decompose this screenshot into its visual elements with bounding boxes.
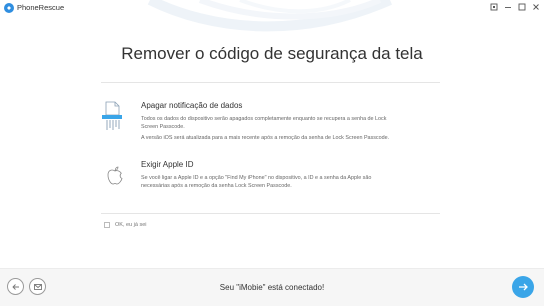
option-description: Todos os dados do dispositivo serão apag… (141, 115, 441, 142)
description-line: Se você ligar a Apple ID e a opção "Find… (141, 175, 372, 181)
restore-icon[interactable] (489, 2, 498, 12)
description-line: Todos os dados do dispositivo serão apag… (141, 116, 387, 122)
option-erase-data: Apagar notificação de dados Todos os dad… (101, 101, 441, 151)
option-heading: Exigir Apple ID (141, 160, 194, 169)
connection-status: Seu "iMobie" está conectado! (219, 283, 325, 292)
phonerescue-logo-icon (4, 3, 14, 13)
divider-top (101, 82, 440, 83)
confirm-checkbox[interactable] (104, 222, 110, 228)
title-bar: PhoneRescue (0, 0, 544, 16)
next-arrow-icon (519, 283, 528, 291)
window-controls (489, 2, 540, 12)
app-title: PhoneRescue (17, 3, 65, 12)
confirm-checkbox-row[interactable]: OK, eu já sei (104, 222, 147, 228)
description-line: Screen Passcode. (141, 124, 185, 130)
confirm-label: OK, eu já sei (115, 222, 147, 228)
description-line: A versão iOS será atualizada para a mais… (141, 135, 390, 141)
data-shredder-icon (101, 101, 123, 136)
option-description: Se você ligar a Apple ID e a opção "Find… (141, 174, 441, 190)
option-heading: Apagar notificação de dados (141, 101, 243, 110)
description-line: necessárias após a remoção da senha Lock… (141, 183, 292, 189)
option-require-apple-id: Exigir Apple ID Se você ligar a Apple ID… (101, 160, 441, 200)
minimize-icon[interactable] (503, 2, 512, 12)
divider-bottom (101, 213, 440, 214)
maximize-icon[interactable] (517, 2, 526, 12)
page-title: Remover o código de segurança da tela (121, 44, 423, 63)
apple-icon (107, 166, 123, 190)
next-button[interactable] (512, 276, 534, 298)
close-icon[interactable] (531, 2, 540, 12)
